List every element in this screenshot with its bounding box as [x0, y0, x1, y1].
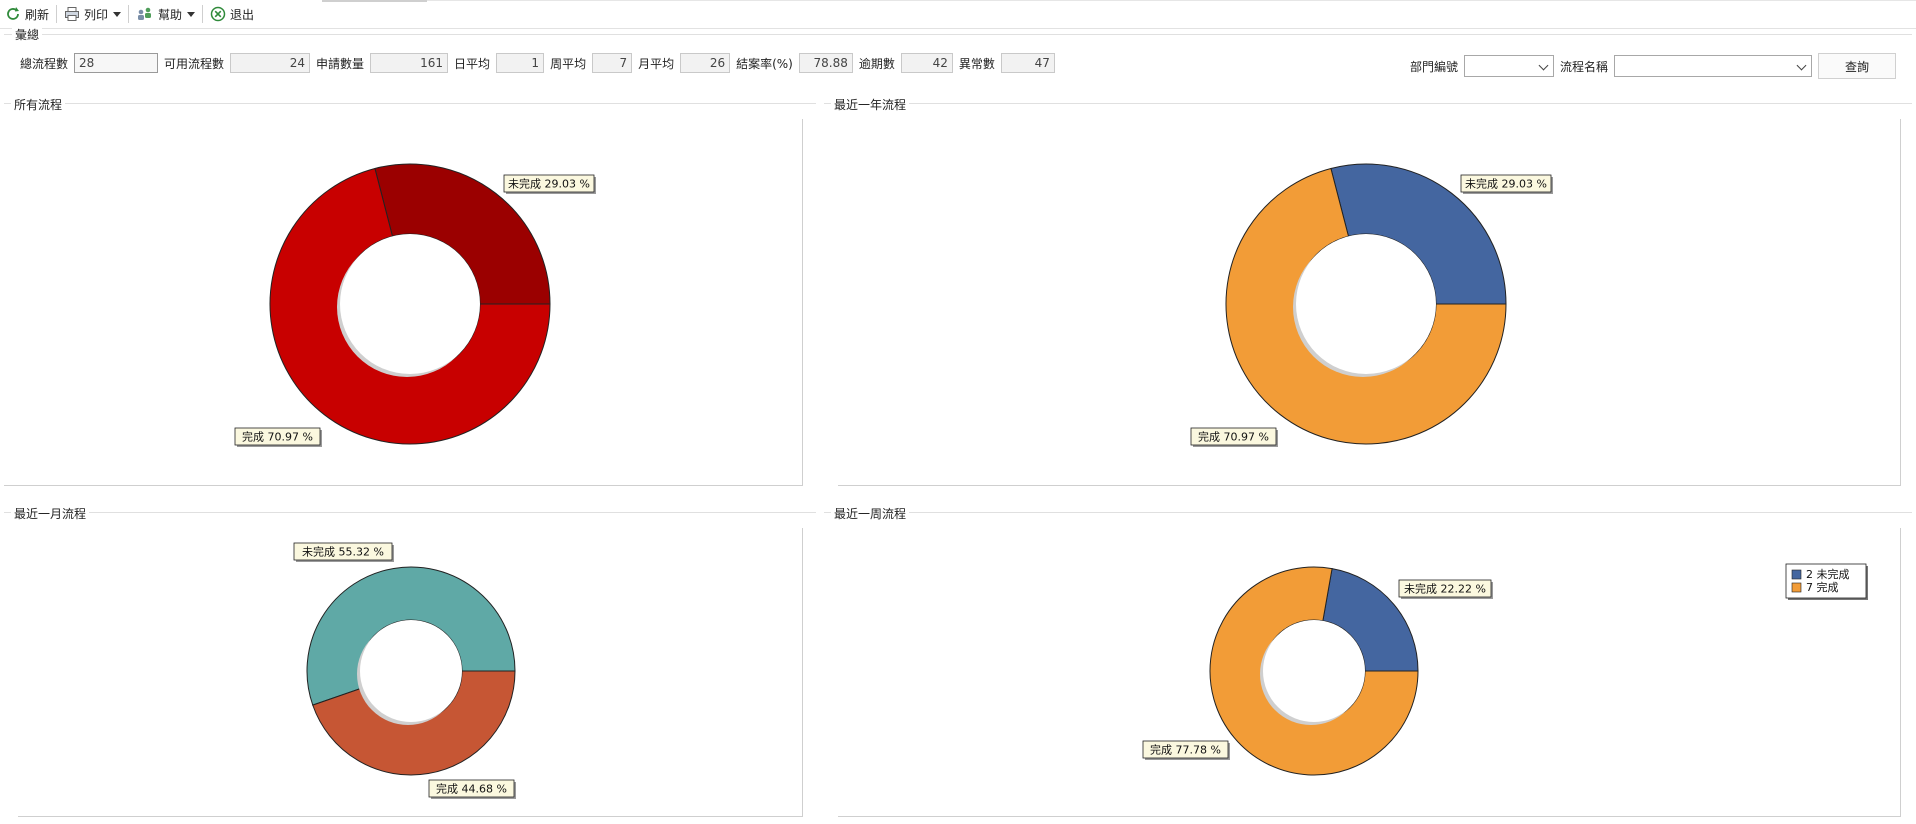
refresh-label: 刷新: [25, 7, 50, 22]
field-label-weekly-average: 周平均: [550, 56, 587, 71]
donut-hole: [360, 620, 462, 722]
department-select[interactable]: [1463, 55, 1554, 77]
slice-label-text: 未完成 55.32 %: [302, 545, 384, 559]
filter-bar: 部門編號 流程名稱 查詢: [1410, 53, 1896, 79]
field-daily-average[interactable]: 1: [496, 53, 545, 73]
panel-title-all: 所有流程: [11, 96, 66, 113]
exit-label: 退出: [230, 7, 255, 22]
toolbar-separator: [56, 5, 58, 23]
print-label: 列印: [84, 7, 109, 22]
summary-title: 彙總: [12, 26, 43, 43]
donut-hole: [340, 234, 480, 374]
close-circle-icon: [210, 6, 226, 22]
chart-area-month: 未完成 55.32 % 完成 44.68 %: [18, 528, 803, 817]
toolbar: 刷新 列印 幫助 退出: [0, 0, 1916, 29]
field-label-available-processes: 可用流程數: [164, 56, 225, 71]
chevron-down-icon: [1538, 60, 1549, 71]
slice-label-text: 未完成 22.22 %: [1404, 582, 1486, 596]
process-name-label: 流程名稱: [1559, 59, 1608, 74]
print-dropdown-icon[interactable]: [113, 11, 122, 17]
donut-chart-week: 未完成 22.22 % 完成 77.78 % 2 未完成7 完成: [1142, 563, 1868, 776]
panel-title-month: 最近一月流程: [11, 505, 90, 522]
donut-chart-month: 未完成 55.32 % 完成 44.68 %: [293, 542, 516, 799]
field-available-processes[interactable]: 24: [230, 53, 311, 73]
field-label-exception-count: 異常數: [958, 56, 995, 71]
field-weekly-average[interactable]: 7: [592, 53, 633, 73]
toolbar-separator: [202, 5, 204, 23]
help-button[interactable]: 幫助: [131, 2, 200, 26]
tab-strip-line: [322, 0, 427, 2]
legend-entry: 2 未完成: [1806, 567, 1850, 581]
panel-last-month: 最近一月流程 未完成 55.32 % 完成 44.68 %: [4, 505, 816, 823]
chart-area-week: 未完成 22.22 % 完成 77.78 % 2 未完成 7 完成: [838, 528, 1901, 817]
field-monthly-average[interactable]: 26: [680, 53, 731, 73]
query-button[interactable]: 查詢: [1818, 53, 1896, 79]
panel-all-processes: 所有流程 未完成 29.03 % 完成 70.97 %: [4, 96, 816, 500]
slice-label-text: 完成 70.97 %: [242, 430, 313, 444]
slice-label-text: 完成 44.68 %: [436, 782, 507, 796]
slice-label: 完成 77.78 %: [1142, 740, 1230, 760]
slice-label: 未完成 29.03 %: [1460, 174, 1553, 194]
slice-label: 未完成 29.03 %: [503, 174, 596, 194]
process-name-select[interactable]: [1614, 55, 1812, 77]
panel-title-week: 最近一周流程: [831, 505, 910, 522]
field-label-daily-average: 日平均: [454, 56, 491, 71]
chart-legend: 2 未完成7 完成: [1785, 563, 1868, 600]
donut-chart-year: 未完成 29.03 % 完成 70.97 %: [1190, 163, 1553, 447]
slice-label: 未完成 55.32 %: [293, 542, 394, 562]
panel-title-year: 最近一年流程: [831, 96, 910, 113]
legend-swatch: [1791, 569, 1802, 580]
slice-label-text: 完成 77.78 %: [1150, 743, 1221, 757]
donut-hole: [1296, 234, 1436, 374]
chart-area-year: 未完成 29.03 % 完成 70.97 %: [838, 119, 1901, 486]
slice-label-text: 未完成 29.03 %: [1465, 177, 1547, 191]
refresh-icon: [7, 7, 19, 20]
chart-area-all: 未完成 29.03 % 完成 70.97 %: [4, 119, 803, 486]
slice-label-text: 未完成 29.03 %: [508, 177, 590, 191]
field-overdue-count[interactable]: 42: [900, 53, 953, 73]
field-application-count[interactable]: 161: [370, 53, 449, 73]
summary-group: 彙總 總流程數 28 可用流程數 24 申請數量 161 日平均 1 周平均 7…: [4, 26, 1912, 91]
field-total-processes[interactable]: 28: [74, 53, 159, 73]
chevron-down-icon: [1796, 60, 1807, 71]
legend-swatch: [1791, 582, 1802, 593]
summary-fields: 總流程數 28 可用流程數 24 申請數量 161 日平均 1 周平均 7 月平…: [20, 53, 1061, 73]
slice-label: 完成 44.68 %: [428, 779, 516, 799]
field-label-closure-rate: 結案率(%): [736, 56, 793, 71]
donut-hole: [1263, 620, 1365, 722]
field-exception-count[interactable]: 47: [1000, 53, 1055, 73]
field-label-overdue-count: 逾期數: [858, 56, 895, 71]
department-label: 部門編號: [1409, 59, 1458, 74]
panel-last-year: 最近一年流程 未完成 29.03 % 完成 70.97 %: [824, 96, 1912, 500]
slice-label: 完成 70.97 %: [1190, 427, 1278, 447]
donut-chart-all: 未完成 29.03 % 完成 70.97 %: [234, 163, 596, 447]
print-button[interactable]: 列印: [59, 2, 126, 26]
field-closure-rate[interactable]: 78.88: [798, 53, 853, 73]
printer-icon: [65, 7, 80, 21]
field-label-total-processes: 總流程數: [20, 56, 69, 71]
tab-strip-border: [427, 0, 1916, 1]
help-label: 幫助: [158, 7, 183, 22]
help-people-icon: [138, 7, 152, 20]
slice-label: 完成 70.97 %: [234, 427, 322, 447]
legend-entry: 7 完成: [1806, 580, 1839, 594]
field-label-application-count: 申請數量: [316, 56, 365, 71]
refresh-button[interactable]: 刷新: [0, 2, 54, 26]
toolbar-separator: [128, 5, 130, 23]
slice-label: 未完成 22.22 %: [1398, 579, 1493, 599]
field-label-monthly-average: 月平均: [638, 56, 675, 71]
exit-button[interactable]: 退出: [205, 2, 259, 26]
panel-last-week: 最近一周流程 未完成 22.22 % 完成 77.78 % 2 未完成 7 完成: [824, 505, 1912, 823]
slice-label-text: 完成 70.97 %: [1198, 430, 1269, 444]
help-dropdown-icon[interactable]: [187, 11, 196, 17]
